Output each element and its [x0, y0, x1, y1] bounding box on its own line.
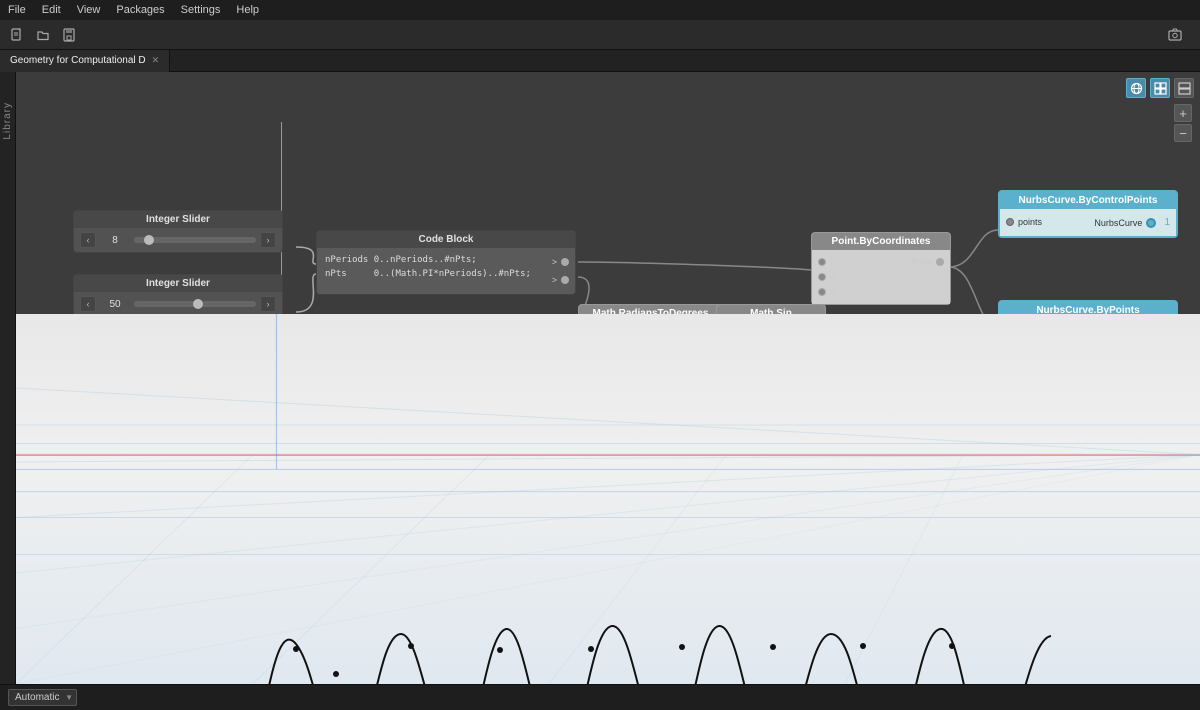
code-outputs: > >	[546, 252, 575, 290]
point-header: Point.ByCoordinates	[812, 233, 950, 250]
menu-packages[interactable]: Packages	[116, 4, 164, 16]
slider-node-1[interactable]: Integer Slider ‹ 8 ›	[73, 210, 283, 253]
slider2-value: 50	[100, 299, 130, 310]
code-line-1: nPeriods 0..nPeriods..#nPts;	[325, 254, 538, 268]
tabbar: Geometry for Computational D ✕	[0, 50, 1200, 72]
menu-edit[interactable]: Edit	[42, 4, 61, 16]
screenshot-button[interactable]	[1164, 24, 1186, 46]
canvas-area[interactable]: + −	[16, 72, 1200, 684]
slider1-value: 8	[100, 235, 130, 246]
nurbs1-in-port: points	[1000, 215, 1048, 229]
run-mode-dropdown-wrap[interactable]: Automatic Manual ▼	[8, 689, 77, 706]
point-in-y: y	[812, 271, 841, 283]
slider2-thumb[interactable]	[193, 299, 203, 309]
3d-view-btn[interactable]	[1126, 78, 1146, 98]
code-out-2: >	[546, 274, 575, 286]
slider2-up[interactable]: ›	[260, 296, 276, 312]
zoom-in-btn[interactable]: +	[1174, 104, 1192, 122]
split-view-btn[interactable]	[1174, 78, 1194, 98]
slider1-track[interactable]	[134, 237, 256, 243]
code-out-1: >	[546, 256, 575, 268]
nurbs1-node[interactable]: NurbsCurve.ByControlPoints points NurbsC…	[998, 190, 1178, 238]
slider2-down[interactable]: ‹	[80, 296, 96, 312]
menubar: File Edit View Packages Settings Help	[0, 0, 1200, 20]
nurbs1-num: 1	[1164, 217, 1170, 228]
library-label: Library	[2, 102, 13, 140]
slider-node-2[interactable]: Integer Slider ‹ 50 ›	[73, 274, 283, 317]
point-in-x: x	[812, 256, 841, 268]
menu-view[interactable]: View	[77, 4, 101, 16]
slider1-header: Integer Slider	[74, 211, 282, 228]
tab-close-icon[interactable]: ✕	[152, 55, 160, 66]
zoom-out-btn[interactable]: −	[1174, 124, 1192, 142]
viewport-3d[interactable]	[16, 314, 1200, 684]
point-dot-z	[818, 288, 826, 296]
point-body: x y z Point	[812, 250, 950, 304]
new-button[interactable]	[6, 24, 28, 46]
code-block-node[interactable]: Code Block nPeriods 0..nPeriods..#nPts; …	[316, 230, 576, 295]
code-out-dot-2	[561, 276, 569, 284]
slider2-header: Integer Slider	[74, 275, 282, 292]
point-dot-x	[818, 258, 826, 266]
nurbs1-ports-left: points	[1000, 213, 1048, 232]
tab-label: Geometry for Computational D	[10, 55, 146, 66]
nurbs1-out-dot	[1146, 218, 1156, 228]
main-area: Library + −	[0, 72, 1200, 684]
point-in-z: z	[812, 286, 841, 298]
nurbs1-body: points NurbsCurve 1	[1000, 209, 1176, 236]
point-dot-y	[818, 273, 826, 281]
slider1-down[interactable]: ‹	[80, 232, 96, 248]
menu-file[interactable]: File	[8, 4, 26, 16]
statusbar: Automatic Manual ▼	[0, 684, 1200, 710]
horizon-line	[16, 455, 1200, 456]
point-out: Point	[905, 256, 950, 268]
menu-help[interactable]: Help	[236, 4, 259, 16]
point-out-dot	[936, 258, 944, 266]
save-button[interactable]	[58, 24, 80, 46]
slider1-thumb[interactable]	[144, 235, 154, 245]
top-right-controls	[1126, 78, 1194, 98]
point-ports-left: x y z	[812, 254, 841, 300]
grid-svg	[16, 314, 1200, 684]
code-block-content: nPeriods 0..nPeriods..#nPts; nPts 0..(Ma…	[317, 252, 546, 290]
nurbs1-in-dot	[1006, 218, 1014, 226]
zoom-controls: + −	[1174, 104, 1192, 142]
tab-main[interactable]: Geometry for Computational D ✕	[0, 50, 170, 72]
code-block-header: Code Block	[317, 231, 575, 248]
toolbar	[0, 20, 1200, 50]
open-button[interactable]	[32, 24, 54, 46]
nurbs1-ports-right: NurbsCurve 1	[1088, 213, 1176, 232]
run-mode-select[interactable]: Automatic Manual	[8, 689, 77, 706]
point-node[interactable]: Point.ByCoordinates x y z	[811, 232, 951, 305]
node-graph[interactable]: Integer Slider ‹ 8 › Integer Slider ‹ 50	[16, 72, 1200, 314]
library-sidebar[interactable]: Library	[0, 72, 16, 684]
layout-btn[interactable]	[1150, 78, 1170, 98]
sinewave-svg	[16, 314, 1200, 684]
code-line-2: nPts 0..(Math.PI*nPeriods)..#nPts;	[325, 268, 538, 282]
slider1-up[interactable]: ›	[260, 232, 276, 248]
nurbs1-out-port: NurbsCurve 1	[1088, 215, 1176, 230]
nurbs1-header: NurbsCurve.ByControlPoints	[1000, 192, 1176, 209]
point-ports-right: Point	[905, 254, 950, 300]
code-out-dot-1	[561, 258, 569, 266]
slider2-track[interactable]	[134, 301, 256, 307]
menu-settings[interactable]: Settings	[181, 4, 221, 16]
